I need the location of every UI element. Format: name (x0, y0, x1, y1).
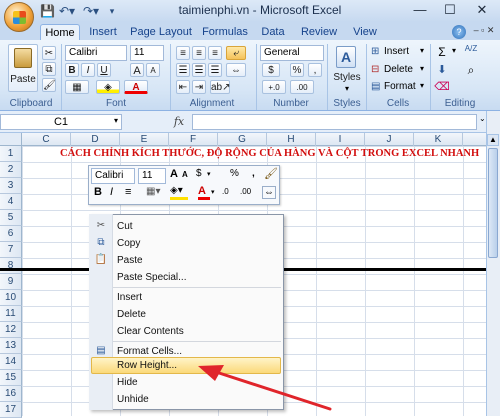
office-button[interactable] (4, 2, 34, 32)
office-logo-icon (13, 11, 26, 24)
annotation-arrow (198, 365, 332, 411)
arrow-shaft (214, 370, 332, 411)
